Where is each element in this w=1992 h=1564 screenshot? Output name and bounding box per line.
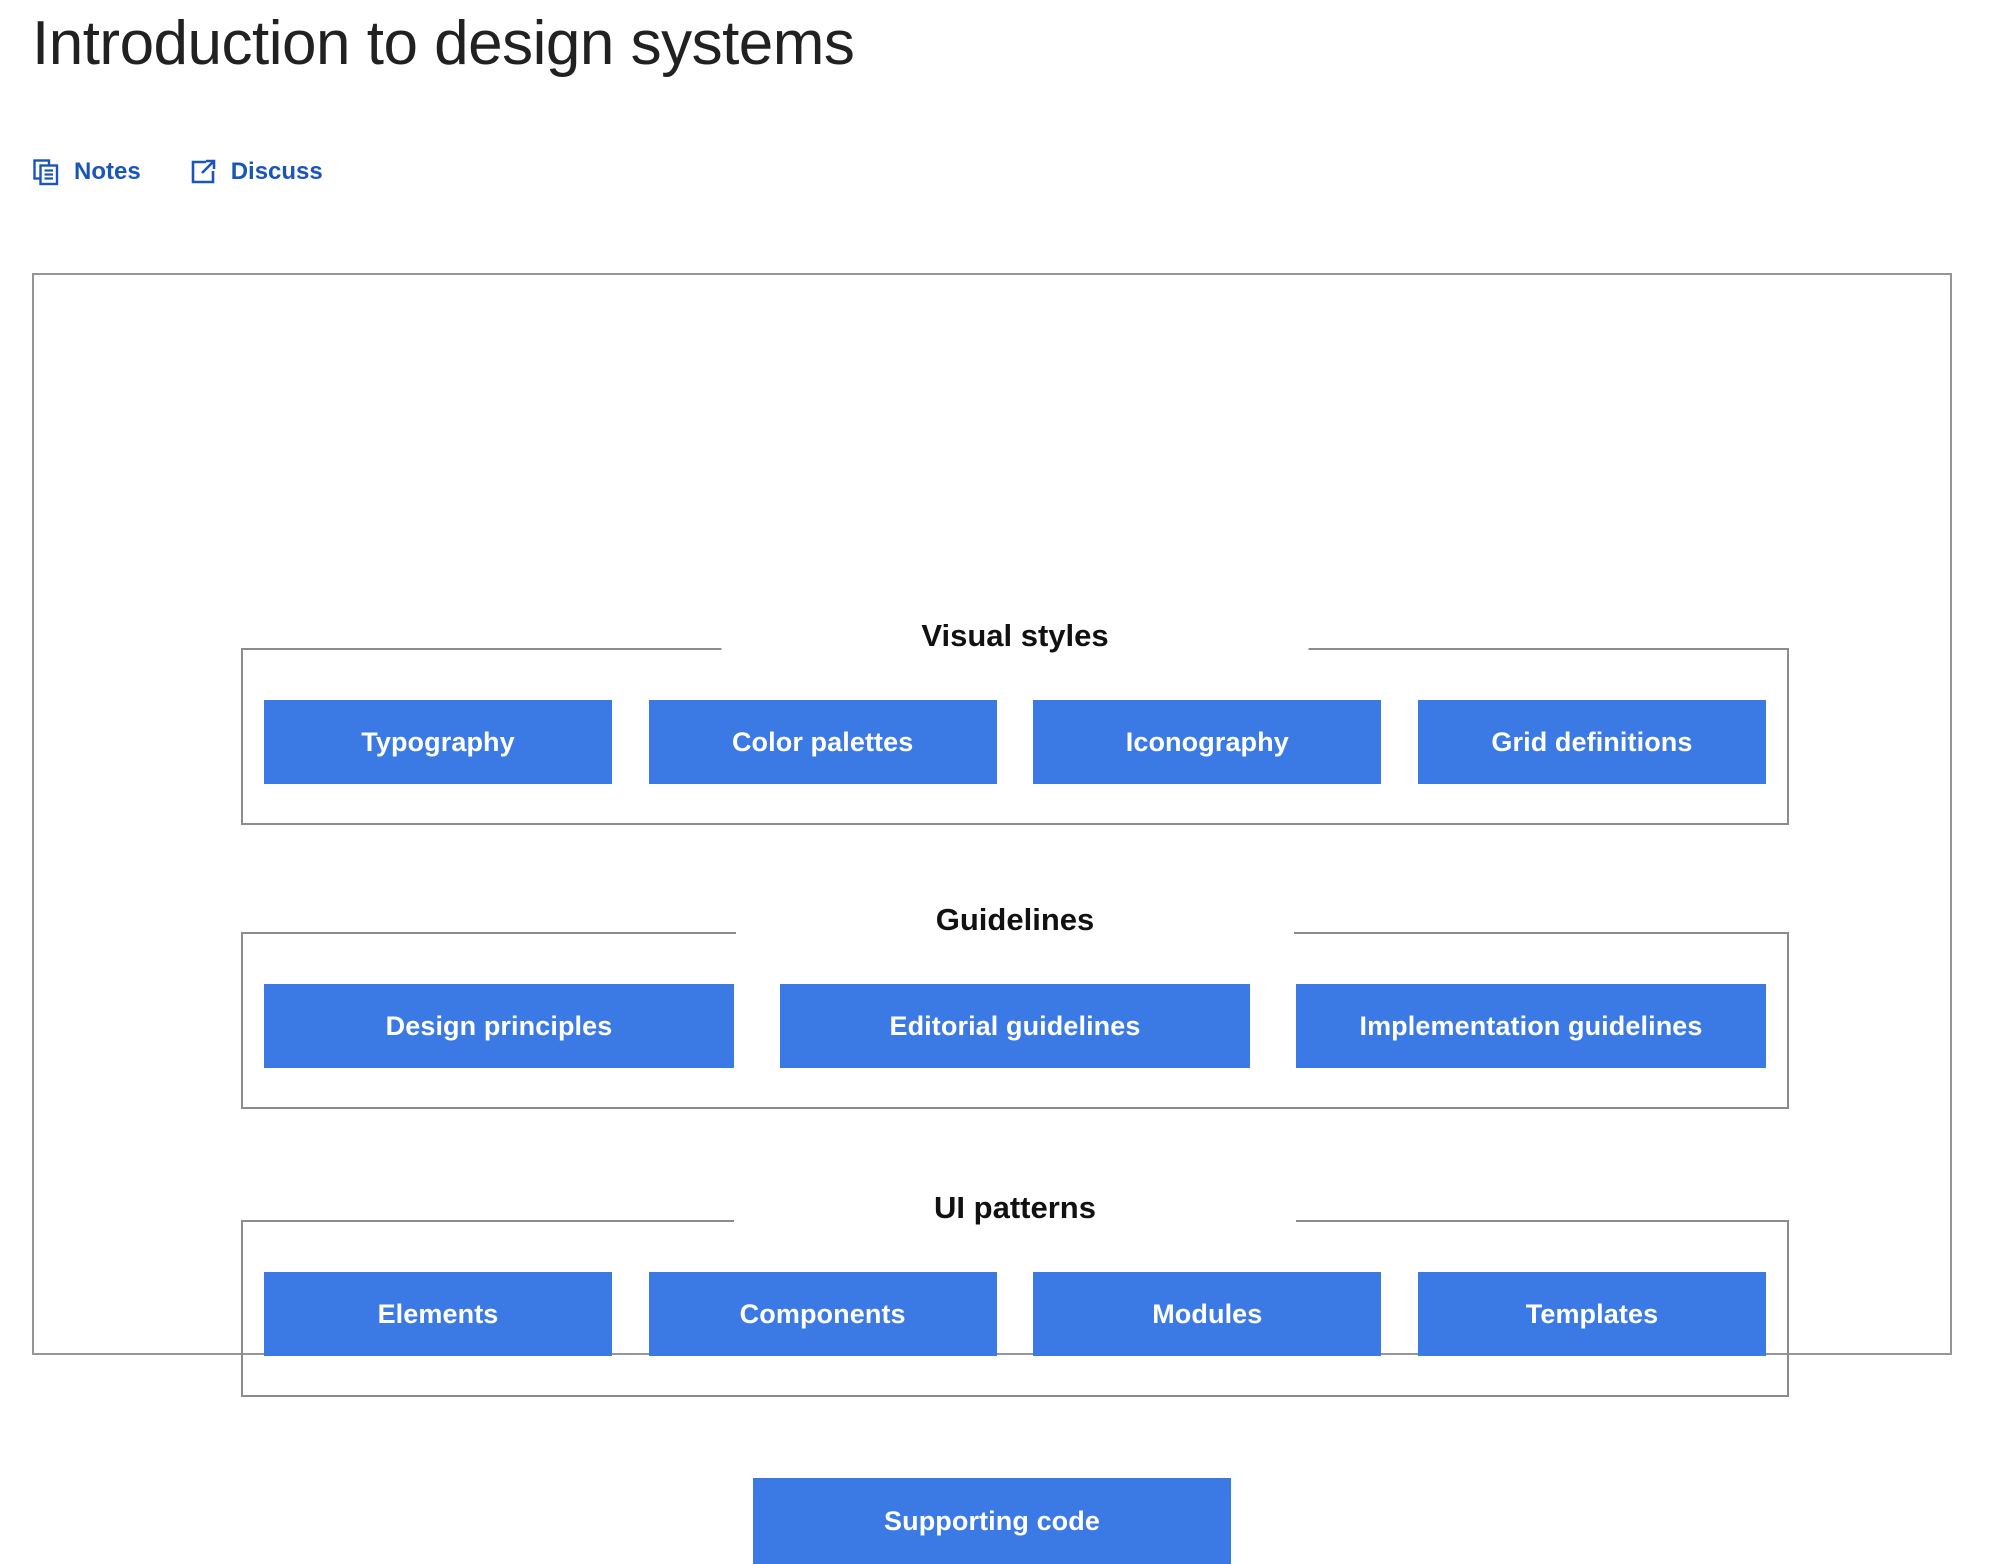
chip-row: Elements Components Modules Templates [243, 1272, 1787, 1356]
chip-components[interactable]: Components [648, 1272, 997, 1356]
chip-editorial-guidelines[interactable]: Editorial guidelines [780, 984, 1250, 1068]
page-title: Introduction to design systems [32, 9, 855, 78]
notes-link[interactable]: Notes [32, 158, 141, 186]
group-guidelines: Guidelines Design principles Editorial g… [241, 904, 1789, 1109]
chip-color-palettes[interactable]: Color palettes [648, 700, 997, 784]
chip-design-principles[interactable]: Design principles [264, 984, 734, 1068]
chip-elements[interactable]: Elements [264, 1272, 612, 1356]
group-visual-styles: Visual styles Typography Color palettes … [241, 620, 1789, 825]
chip-grid-definitions[interactable]: Grid definitions [1417, 700, 1766, 784]
chip-templates[interactable]: Templates [1417, 1272, 1766, 1356]
chip-row: Typography Color palettes Iconography Gr… [243, 700, 1787, 784]
chip-typography[interactable]: Typography [264, 700, 612, 784]
group-caption-visual-styles: Visual styles [921, 618, 1109, 653]
chip-iconography[interactable]: Iconography [1033, 700, 1382, 784]
group-caption-guidelines: Guidelines [935, 902, 1095, 937]
diagram-card: Visual styles Typography Color palettes … [32, 273, 1952, 1564]
chip-row: Design principles Editorial guidelines I… [243, 984, 1787, 1068]
notes-icon [32, 158, 60, 186]
discuss-link-label: Discuss [230, 158, 323, 185]
chip-supporting-code[interactable]: Supporting code [753, 1478, 1231, 1564]
external-link-icon [189, 158, 217, 186]
group-ui-patterns: UI patterns Elements Components Modules … [241, 1192, 1789, 1397]
chip-implementation-guidelines[interactable]: Implementation guidelines [1296, 984, 1766, 1068]
notes-link-label: Notes [74, 158, 141, 185]
action-bar: Notes Discuss [32, 158, 323, 186]
chip-modules[interactable]: Modules [1033, 1272, 1382, 1356]
discuss-link[interactable]: Discuss [189, 158, 323, 186]
group-caption-ui-patterns: UI patterns [934, 1190, 1096, 1225]
standalone-chip-row: Supporting code [34, 1478, 1950, 1564]
